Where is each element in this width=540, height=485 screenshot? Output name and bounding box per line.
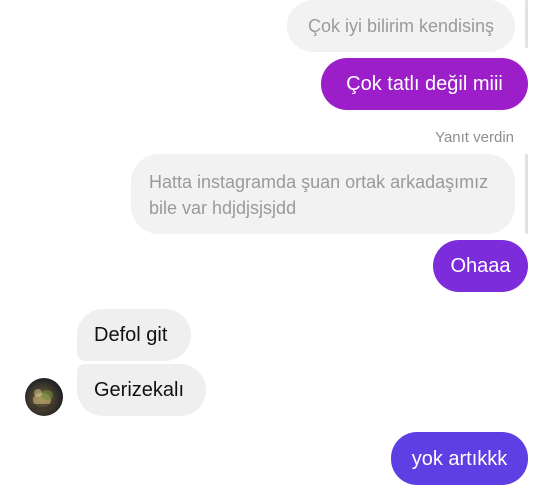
received-message-bubble[interactable]: Gerizekalı — [77, 364, 206, 416]
reply-context-line — [525, 154, 528, 234]
quoted-message-bubble[interactable]: Çok iyi bilirim kendisinş — [287, 0, 515, 52]
reply-context-line — [525, 0, 528, 48]
sent-message-bubble[interactable]: yok artıkkk — [391, 432, 528, 485]
received-message-bubble[interactable]: Defol git — [77, 309, 191, 361]
chat-thread: Çok iyi bilirim kendisinş Çok tatlı deği… — [0, 0, 540, 485]
quoted-message-bubble[interactable]: Hatta instagramda şuan ortak arkadaşımız… — [131, 154, 515, 234]
sent-message-bubble[interactable]: Çok tatlı değil miii — [321, 58, 528, 110]
avatar-photo-icon — [33, 389, 55, 410]
sent-message-bubble[interactable]: Ohaaa — [433, 240, 528, 292]
reply-note-label: Yanıt verdin — [435, 129, 514, 146]
contact-avatar[interactable] — [25, 378, 63, 416]
